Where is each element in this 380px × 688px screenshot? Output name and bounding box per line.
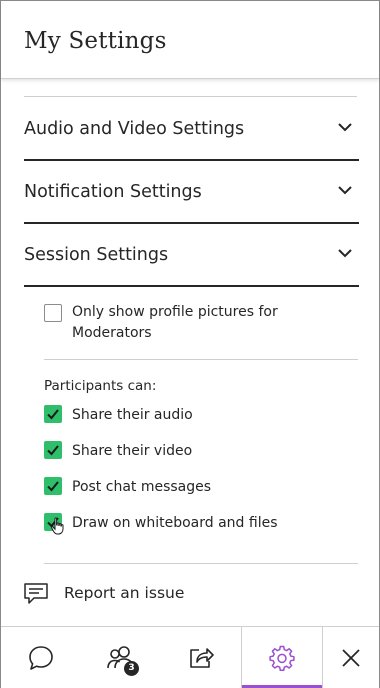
attendee-count-badge: 3	[124, 661, 139, 676]
divider	[24, 96, 357, 97]
tab-my-settings[interactable]	[241, 627, 323, 688]
tab-attendees[interactable]	[81, 627, 161, 688]
report-issue-link[interactable]: Report an issue	[23, 581, 223, 607]
report-issue-label: Report an issue	[64, 584, 185, 602]
permission-post-chat[interactable]: Post chat messages	[44, 476, 344, 498]
divider	[44, 563, 358, 564]
panel-header: My Settings	[1, 1, 379, 79]
post-chat-label: Post chat messages	[72, 479, 212, 495]
close-icon	[342, 648, 360, 667]
checkmark-icon	[47, 481, 59, 492]
divider	[44, 359, 358, 360]
section-label: Session Settings	[24, 245, 169, 265]
section-label: Audio and Video Settings	[24, 119, 245, 139]
chevron-down-icon	[338, 123, 352, 132]
profile-pictures-option[interactable]: Only show profile pictures for Moderator…	[44, 303, 344, 345]
share-video-checkbox[interactable]	[44, 441, 62, 459]
permission-draw-whiteboard[interactable]: Draw on whiteboard and files	[44, 512, 344, 535]
profile-pictures-checkbox[interactable]	[44, 304, 62, 322]
share-icon	[190, 647, 214, 668]
chat-icon	[29, 645, 53, 670]
checkmark-icon	[47, 409, 59, 420]
chevron-down-icon	[338, 186, 352, 195]
tab-share-content[interactable]	[161, 627, 241, 688]
participants-heading: Participants can:	[44, 378, 157, 394]
section-audio-video[interactable]: Audio and Video Settings	[1, 99, 379, 159]
chevron-down-icon	[338, 249, 352, 258]
bottom-tab-bar: 3	[1, 626, 379, 688]
settings-panel: My Settings Audio and Video Settings Not…	[0, 0, 380, 688]
section-label: Notification Settings	[24, 182, 202, 202]
section-divider	[24, 285, 359, 287]
page-title: My Settings	[24, 28, 167, 54]
section-session[interactable]: Session Settings	[1, 225, 379, 285]
permission-share-audio[interactable]: Share their audio	[44, 404, 344, 426]
share-audio-checkbox[interactable]	[44, 405, 62, 423]
checkmark-icon	[47, 445, 59, 456]
report-icon	[24, 583, 48, 604]
profile-pictures-label: Only show profile pictures for Moderator…	[72, 304, 278, 341]
tab-chat[interactable]	[1, 627, 81, 688]
tab-close[interactable]	[323, 627, 379, 688]
share-audio-label: Share their audio	[72, 407, 193, 423]
section-notification[interactable]: Notification Settings	[1, 162, 379, 222]
share-video-label: Share their video	[72, 443, 193, 459]
post-chat-checkbox[interactable]	[44, 477, 62, 495]
section-divider	[24, 222, 359, 224]
hand-cursor-icon	[51, 517, 64, 535]
permission-share-video[interactable]: Share their video	[44, 440, 344, 462]
draw-whiteboard-label: Draw on whiteboard and files	[72, 515, 278, 531]
gear-icon	[269, 645, 295, 671]
section-divider	[24, 159, 359, 161]
